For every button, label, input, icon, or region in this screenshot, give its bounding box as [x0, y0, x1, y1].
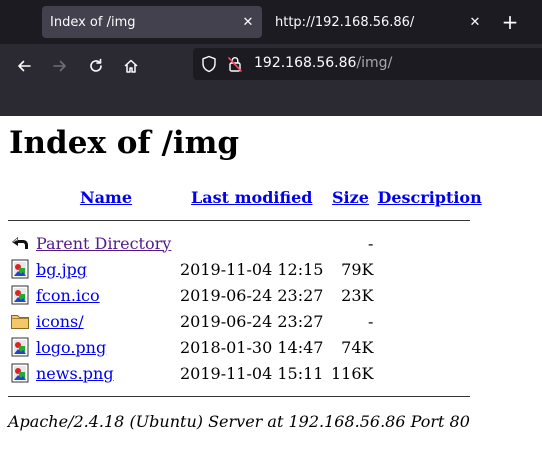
list-item-modified: 2019-06-24 23:27: [180, 311, 324, 331]
list-item-modified: 2019-11-04 12:15: [180, 259, 324, 279]
list-item-modified: 2019-11-04 15:11: [180, 363, 324, 383]
tab-title: http://192.168.56.86/: [275, 14, 415, 30]
header-icon-cell: [8, 184, 34, 210]
table-row: icons/ 2019-06-24 23:27 -: [8, 308, 484, 334]
table-row: fcon.ico 2019-06-24 23:27 23K: [8, 282, 484, 308]
header-description: Description: [375, 184, 483, 210]
listing-header: Name Last modified Size Description: [8, 184, 484, 210]
header-modified: Last modified: [178, 184, 325, 210]
server-signature: Apache/2.4.18 (Ubuntu) Server at 192.168…: [8, 412, 470, 431]
tab-title: Index of /img: [50, 14, 136, 30]
image-file-icon: [8, 256, 34, 282]
tab-root[interactable]: http://192.168.56.86/ ✕: [267, 6, 489, 38]
shield-icon[interactable]: [201, 55, 217, 77]
arrow-left-icon[interactable]: [10, 52, 38, 80]
image-file-icon: [8, 334, 34, 360]
separator-row: [8, 386, 484, 406]
header-size: Size: [325, 184, 375, 210]
url-host: 192.168.56.86: [254, 55, 357, 71]
arrow-right-icon[interactable]: [46, 52, 74, 80]
list-item-size: 23K: [341, 285, 374, 305]
folder-link-icons[interactable]: icons/: [36, 312, 84, 331]
list-item-name: Parent Directory: [34, 230, 178, 256]
separator-row: [8, 210, 484, 230]
list-item-name: fcon.ico: [34, 282, 178, 308]
image-file-icon: [8, 282, 34, 308]
page-title: Index of /img: [9, 125, 240, 161]
file-link-news-png[interactable]: news.png: [36, 364, 114, 383]
list-item-name: icons/: [34, 308, 178, 334]
list-item-name: bg.jpg: [34, 256, 178, 282]
list-item-size: 79K: [341, 259, 374, 279]
list-item-size: 74K: [341, 337, 374, 357]
close-icon[interactable]: ✕: [234, 15, 262, 30]
parent-directory-link[interactable]: Parent Directory: [36, 234, 171, 253]
list-item-name: logo.png: [34, 334, 178, 360]
list-item-description: [375, 308, 483, 334]
list-item-size: 116K: [330, 363, 374, 383]
page-content: Index of /img Name Last modified Size De…: [0, 116, 542, 476]
tab-strip: Index of /img ✕ http://192.168.56.86/ ✕ …: [0, 0, 542, 44]
list-item-description: [375, 334, 483, 360]
header-name: Name: [34, 184, 178, 210]
list-item-description: [375, 360, 483, 386]
sort-by-size-link[interactable]: Size: [332, 188, 369, 207]
list-item-name: news.png: [34, 360, 178, 386]
table-row: bg.jpg 2019-11-04 12:15 79K: [8, 256, 484, 282]
image-file-icon: [8, 360, 34, 386]
sort-by-modified-link[interactable]: Last modified: [191, 188, 312, 207]
lock-slash-icon[interactable]: [227, 55, 243, 77]
address-bar[interactable]: 192.168.56.86/img/: [193, 48, 542, 80]
divider: [8, 219, 470, 221]
table-row: logo.png 2018-01-30 14:47 74K: [8, 334, 484, 360]
home-icon[interactable]: [117, 52, 145, 80]
divider: [8, 395, 470, 397]
table-row: Parent Directory -: [8, 230, 484, 256]
navigation-toolbar: 192.168.56.86/img/: [0, 44, 542, 116]
list-item-size: -: [368, 311, 374, 331]
directory-listing: Name Last modified Size Description Pare…: [8, 184, 484, 406]
sort-by-name-link[interactable]: Name: [80, 188, 132, 207]
file-link-bg-jpg[interactable]: bg.jpg: [36, 260, 87, 279]
list-item-modified: 2018-01-30 14:47: [180, 337, 324, 357]
file-link-logo-png[interactable]: logo.png: [36, 338, 106, 357]
list-item-modified: 2019-06-24 23:27: [180, 285, 324, 305]
url-path: /img/: [356, 55, 393, 71]
back-icon: [8, 230, 34, 256]
list-item-description: [375, 230, 483, 256]
list-item-description: [375, 282, 483, 308]
reload-icon[interactable]: [82, 52, 110, 80]
file-link-fcon-ico[interactable]: fcon.ico: [36, 286, 100, 305]
table-row: news.png 2019-11-04 15:11 116K: [8, 360, 484, 386]
close-icon[interactable]: ✕: [461, 15, 489, 30]
list-item-modified: [178, 230, 325, 256]
list-item-size: -: [368, 233, 374, 253]
url-text[interactable]: 192.168.56.86/img/: [254, 55, 392, 71]
folder-icon: [8, 308, 34, 334]
plus-icon[interactable]: +: [496, 8, 524, 36]
tab-index-of-img[interactable]: Index of /img ✕: [42, 6, 262, 38]
list-item-description: [375, 256, 483, 282]
sort-by-description-link[interactable]: Description: [377, 188, 481, 207]
